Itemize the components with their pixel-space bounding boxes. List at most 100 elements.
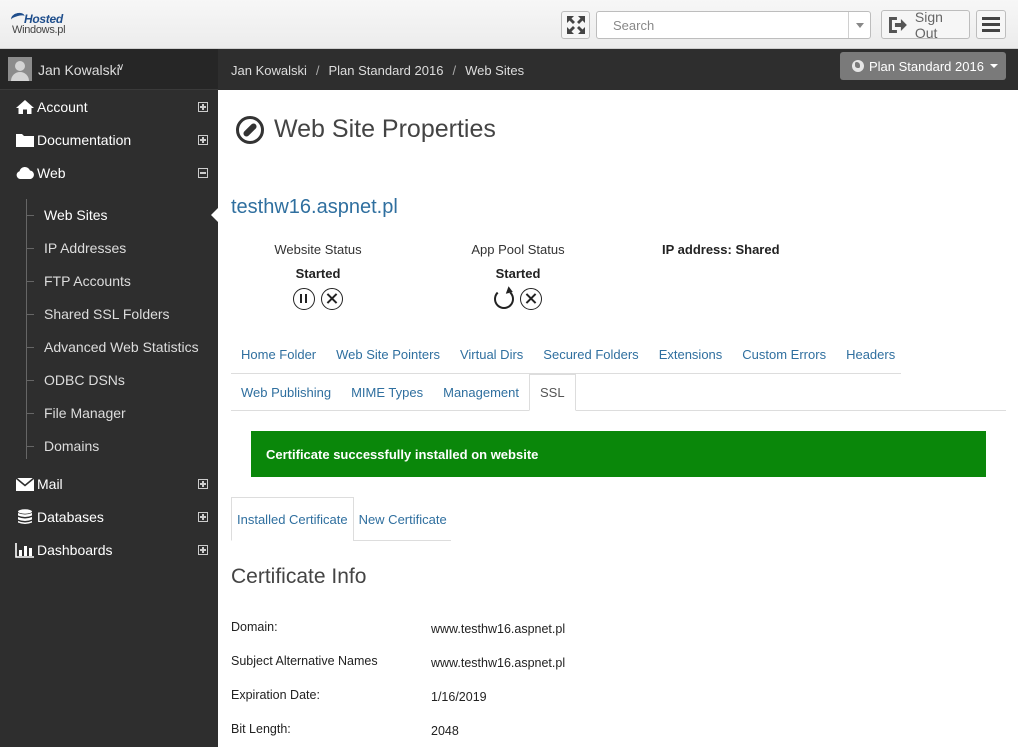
- sidebar-subitem-label: Shared SSL Folders: [44, 306, 170, 322]
- tab-new-certificate[interactable]: New Certificate: [354, 497, 452, 541]
- cert-row-san: Subject Alternative Names www.testhw16.a…: [231, 654, 931, 674]
- tab-secured-folders[interactable]: Secured Folders: [533, 336, 648, 373]
- cert-row-key: Bit Length:: [231, 722, 291, 736]
- stop-icon[interactable]: [520, 288, 542, 310]
- tab-management[interactable]: Management: [433, 374, 529, 411]
- sidebar-subitem-file-manager[interactable]: File Manager: [0, 397, 218, 430]
- tab-web-publishing[interactable]: Web Publishing: [231, 374, 341, 411]
- sidebar-item-label: Dashboards: [37, 542, 113, 558]
- user-name: Jan Kowalski: [38, 62, 120, 78]
- restart-icon[interactable]: [494, 289, 514, 309]
- sidebar-subitem-label: Web Sites: [44, 207, 108, 223]
- certificate-info-title: Certificate Info: [231, 565, 367, 588]
- sidebar-subitem-web-sites[interactable]: Web Sites: [0, 199, 218, 232]
- tab-home-folder[interactable]: Home Folder: [231, 336, 326, 373]
- sidebar-subitem-label: File Manager: [44, 405, 126, 421]
- sign-out-button[interactable]: Sign Out: [881, 9, 970, 41]
- collapse-icon[interactable]: [198, 168, 208, 178]
- caret-down-icon: [989, 64, 998, 68]
- tab-web-site-pointers[interactable]: Web Site Pointers: [326, 336, 450, 373]
- tab-installed-certificate[interactable]: Installed Certificate: [231, 497, 354, 541]
- sidebar-item-databases[interactable]: Databases: [0, 502, 218, 532]
- expand-icon[interactable]: [198, 512, 208, 522]
- sidebar-subitem-ip-addresses[interactable]: IP Addresses: [0, 232, 218, 265]
- sidebar-item-web[interactable]: Web: [0, 158, 218, 188]
- breadcrumb-item-web-sites[interactable]: Web Sites: [465, 63, 524, 78]
- sidebar-subitem-domains[interactable]: Domains: [0, 430, 218, 463]
- tab-custom-errors[interactable]: Custom Errors: [732, 336, 836, 373]
- sign-out-icon: [888, 16, 907, 33]
- user-menu[interactable]: Jan Kowalski ∨: [0, 49, 218, 90]
- sidebar: Jan Kowalski ∨ Account Documentation Web…: [0, 49, 218, 747]
- app-pool-status: App Pool Status Started: [468, 242, 568, 310]
- website-status-label: Website Status: [274, 242, 362, 257]
- cert-row-value: www.testhw16.aspnet.pl: [431, 622, 566, 636]
- active-pointer-icon: [211, 208, 218, 222]
- sidebar-subitem-label: FTP Accounts: [44, 273, 131, 289]
- cloud-icon: [16, 166, 34, 179]
- sidebar-item-label: Databases: [37, 509, 104, 525]
- sidebar-subitem-label: ODBC DSNs: [44, 372, 125, 388]
- fullscreen-button[interactable]: [561, 11, 590, 39]
- ip-address-label: IP address: Shared: [662, 242, 780, 257]
- sidebar-item-label: Mail: [37, 476, 63, 492]
- top-bar: Hosted Windows.pl Sign Out: [0, 0, 1018, 49]
- main-menu-button[interactable]: [976, 10, 1006, 39]
- expand-icon[interactable]: [198, 102, 208, 112]
- sidebar-subitem-label: Advanced Web Statistics: [44, 339, 199, 355]
- tab-extensions[interactable]: Extensions: [649, 336, 733, 373]
- plan-selector-button[interactable]: Plan Standard 2016: [840, 52, 1006, 80]
- cert-row-value: 2048: [431, 724, 459, 738]
- stop-icon[interactable]: [321, 288, 343, 310]
- breadcrumb-item-user[interactable]: Jan Kowalski: [231, 63, 307, 78]
- app-pool-status-value: Started: [495, 266, 541, 281]
- sidebar-subitem-label: IP Addresses: [44, 240, 127, 256]
- sidebar-subitem-ftp-accounts[interactable]: FTP Accounts: [0, 265, 218, 298]
- cert-row-expiration: Expiration Date: 1/16/2019: [231, 688, 931, 708]
- folder-icon: [16, 134, 34, 147]
- globe-icon: [852, 60, 864, 72]
- expand-icon[interactable]: [198, 545, 208, 555]
- sidebar-item-label: Account: [37, 99, 88, 115]
- certificate-tabs: Installed Certificate New Certificate: [231, 497, 452, 541]
- tab-mime-types[interactable]: MIME Types: [341, 374, 433, 411]
- tab-headers[interactable]: Headers: [836, 336, 905, 373]
- sidebar-item-mail[interactable]: Mail: [0, 469, 218, 499]
- expand-icon[interactable]: [198, 479, 208, 489]
- expand-icon[interactable]: [198, 135, 208, 145]
- sidebar-subitem-odbc-dsns[interactable]: ODBC DSNs: [0, 364, 218, 397]
- pause-icon[interactable]: [293, 288, 315, 310]
- cert-row-domain: Domain: www.testhw16.aspnet.pl: [231, 620, 931, 640]
- cert-row-key: Expiration Date:: [231, 688, 320, 702]
- tab-virtual-dirs[interactable]: Virtual Dirs: [450, 336, 533, 373]
- website-status: Website Status Started: [268, 242, 368, 310]
- sidebar-subitem-label: Domains: [44, 438, 100, 454]
- compass-icon: [236, 116, 264, 144]
- tabs-row-1: Home Folder Web Site Pointers Virtual Di…: [231, 336, 905, 373]
- website-status-value: Started: [295, 266, 341, 281]
- page-title: Web Site Properties: [274, 115, 496, 143]
- web-submenu: Web Sites IP Addresses FTP Accounts Shar…: [0, 199, 218, 463]
- sidebar-subitem-shared-ssl-folders[interactable]: Shared SSL Folders: [0, 298, 218, 331]
- breadcrumb-item-plan[interactable]: Plan Standard 2016: [329, 63, 444, 78]
- search-input[interactable]: [597, 12, 849, 38]
- envelope-icon: [15, 477, 35, 491]
- sidebar-subitem-advanced-web-statistics[interactable]: Advanced Web Statistics: [0, 331, 218, 364]
- sidebar-item-dashboards[interactable]: Dashboards: [0, 535, 218, 565]
- bar-chart-icon: [15, 543, 34, 558]
- cert-row-key: Domain:: [231, 620, 278, 634]
- sidebar-item-documentation[interactable]: Documentation: [0, 125, 218, 155]
- expand-icon: [566, 16, 585, 34]
- sidebar-item-label: Documentation: [37, 132, 132, 148]
- tab-ssl[interactable]: SSL: [529, 374, 576, 411]
- cert-row-value: 1/16/2019: [431, 690, 487, 704]
- cert-row-key: Subject Alternative Names: [231, 654, 378, 668]
- site-name: testhw16.aspnet.pl: [231, 196, 398, 218]
- plan-selector-label: Plan Standard 2016: [869, 58, 984, 74]
- breadcrumb: Jan Kowalski / Plan Standard 2016 / Web …: [231, 63, 525, 78]
- hamburger-icon: [982, 17, 1000, 20]
- sidebar-item-label: Web: [37, 165, 66, 181]
- sidebar-item-account[interactable]: Account: [0, 92, 218, 122]
- hostedwindows-logo[interactable]: Hosted Windows.pl: [9, 10, 76, 40]
- search-dropdown-toggle[interactable]: [848, 12, 870, 38]
